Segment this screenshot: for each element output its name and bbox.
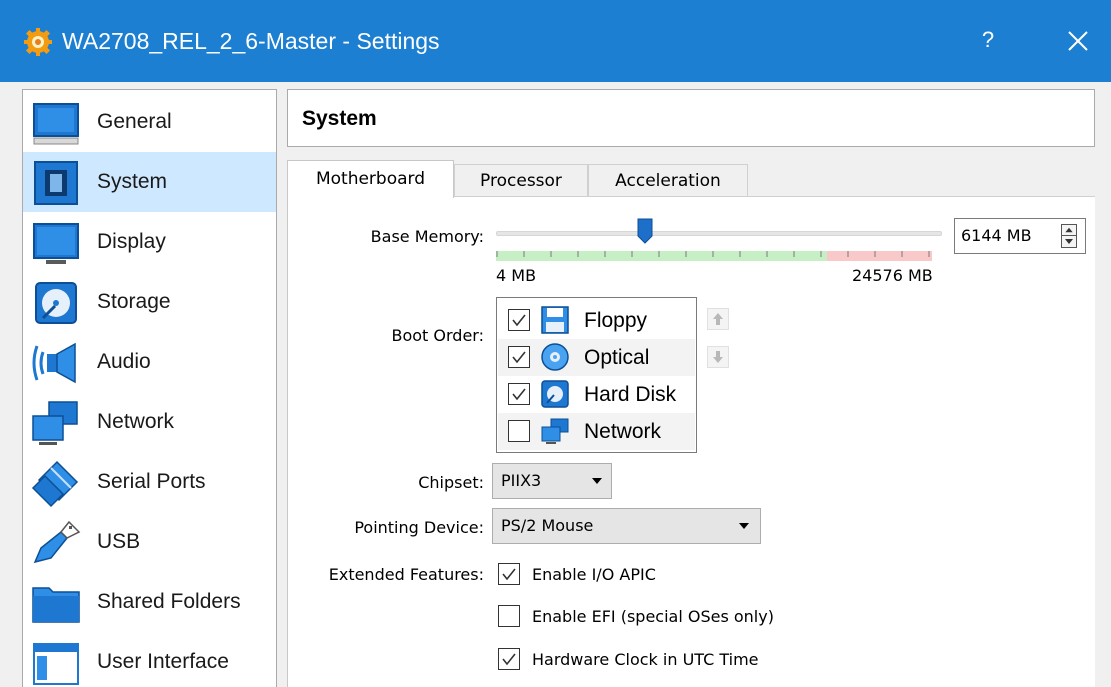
- chipset-label: Chipset:: [418, 473, 484, 492]
- boot-item-label: Optical: [584, 346, 650, 369]
- sidebar-item-label: General: [97, 110, 172, 133]
- boot-item-label: Floppy: [584, 309, 648, 332]
- sidebar-item-label: Serial Ports: [97, 470, 206, 493]
- io-apic-label[interactable]: Enable I/O APIC: [532, 565, 656, 584]
- boot-hard-disk-checkbox[interactable]: [508, 383, 530, 405]
- system-icon: [34, 161, 78, 205]
- chipset-value: PIIX3: [501, 471, 542, 490]
- chevron-down-icon: [592, 478, 602, 484]
- base-memory-slider-thumb[interactable]: [637, 218, 653, 244]
- sidebar-item-label: System: [97, 170, 168, 193]
- floppy-icon: [541, 306, 569, 334]
- check-icon: [502, 653, 516, 666]
- tab-acceleration[interactable]: Acceleration: [588, 164, 748, 197]
- boot-floppy-checkbox[interactable]: [508, 309, 530, 331]
- page-title: System: [302, 107, 377, 130]
- move-up-icon[interactable]: [707, 308, 729, 330]
- boot-item-label: Network: [584, 420, 662, 443]
- shared-folders-icon: [32, 587, 80, 623]
- tab-processor[interactable]: Processor: [454, 164, 588, 197]
- sidebar-item-system[interactable]: System: [23, 152, 276, 212]
- efi-label[interactable]: Enable EFI (special OSes only): [532, 607, 774, 626]
- boot-network-checkbox[interactable]: [508, 420, 530, 442]
- sidebar-item-label: Audio: [97, 350, 151, 373]
- spin-down-icon[interactable]: [1062, 236, 1076, 247]
- boot-order-label: Boot Order:: [391, 326, 485, 345]
- close-icon: [1068, 31, 1088, 51]
- sidebar-item-label: Network: [97, 410, 175, 433]
- sidebar-item-audio[interactable]: Audio: [23, 332, 276, 392]
- hard-disk-icon: [541, 380, 569, 408]
- io-apic-checkbox[interactable]: [498, 563, 520, 585]
- serial-ports-icon: [31, 460, 79, 508]
- efi-checkbox[interactable]: [498, 605, 520, 627]
- audio-icon: [32, 342, 76, 384]
- sidebar-item-label: User Interface: [97, 650, 229, 673]
- boot-item-network[interactable]: Network: [498, 413, 695, 450]
- memory-min-label: 4 MB: [496, 266, 537, 285]
- pointing-device-label: Pointing Device:: [354, 518, 484, 537]
- sidebar-item-shared-folders[interactable]: Shared Folders: [23, 572, 276, 632]
- boot-optical-checkbox[interactable]: [508, 346, 530, 368]
- title-bar[interactable]: WA2708_REL_2_6-Master - Settings ?: [0, 0, 1111, 82]
- check-icon: [512, 314, 526, 327]
- boot-item-hard-disk[interactable]: Hard Disk: [498, 376, 695, 413]
- settings-window: WA2708_REL_2_6-Master - Settings ? Gener…: [0, 0, 1111, 687]
- network-icon: [541, 418, 569, 444]
- usb-icon: [33, 520, 81, 564]
- help-button[interactable]: ?: [968, 22, 1008, 58]
- general-icon: [33, 103, 79, 145]
- sidebar-item-label: Shared Folders: [97, 590, 241, 613]
- pointing-device-value: PS/2 Mouse: [501, 516, 594, 535]
- spin-up-icon[interactable]: [1062, 225, 1076, 236]
- chipset-select[interactable]: PIIX3: [492, 463, 612, 499]
- check-icon: [502, 568, 516, 581]
- boot-order-list[interactable]: Floppy Optical Hard Disk Network: [496, 297, 697, 453]
- check-icon: [512, 388, 526, 401]
- base-memory-slider-track[interactable]: [496, 231, 942, 236]
- sidebar-item-user-interface[interactable]: User Interface: [23, 632, 276, 687]
- sidebar-item-label: Storage: [97, 290, 171, 313]
- settings-sidebar: General System Display Storage Audio Net…: [22, 89, 277, 687]
- optical-icon: [541, 343, 569, 371]
- sidebar-item-general[interactable]: General: [23, 92, 276, 152]
- base-memory-label: Base Memory:: [370, 227, 484, 246]
- base-memory-spinbox[interactable]: 6144 MB: [954, 218, 1086, 254]
- user-interface-icon: [33, 643, 79, 685]
- sidebar-item-network[interactable]: Network: [23, 392, 276, 452]
- sidebar-item-display[interactable]: Display: [23, 212, 276, 272]
- sidebar-item-usb[interactable]: USB: [23, 512, 276, 572]
- window-title: WA2708_REL_2_6-Master - Settings: [62, 28, 440, 54]
- display-icon: [33, 223, 79, 264]
- tab-motherboard[interactable]: Motherboard: [287, 160, 454, 198]
- network-icon: [32, 401, 78, 445]
- boot-item-floppy[interactable]: Floppy: [498, 302, 695, 339]
- boot-item-label: Hard Disk: [584, 383, 677, 406]
- pointing-device-select[interactable]: PS/2 Mouse: [492, 508, 761, 544]
- page-header: System: [287, 89, 1095, 147]
- utc-clock-checkbox[interactable]: [498, 648, 520, 670]
- chevron-down-icon: [739, 523, 749, 529]
- base-memory-value: 6144 MB: [961, 226, 1032, 245]
- extended-features-label: Extended Features:: [328, 565, 484, 584]
- app-gear-icon: [24, 28, 52, 56]
- sidebar-item-label: USB: [97, 530, 141, 553]
- check-icon: [512, 351, 526, 364]
- sidebar-item-serial-ports[interactable]: Serial Ports: [23, 452, 276, 512]
- close-button[interactable]: [1058, 22, 1098, 60]
- boot-item-optical[interactable]: Optical: [498, 339, 695, 376]
- sidebar-item-storage[interactable]: Storage: [23, 272, 276, 332]
- move-down-icon[interactable]: [707, 346, 729, 368]
- storage-icon: [35, 282, 77, 324]
- utc-clock-label[interactable]: Hardware Clock in UTC Time: [532, 650, 759, 669]
- memory-max-label: 24576 MB: [852, 266, 933, 285]
- sidebar-item-label: Display: [97, 230, 166, 253]
- spin-buttons: [1061, 224, 1077, 248]
- memory-scale-ticks: [496, 251, 930, 257]
